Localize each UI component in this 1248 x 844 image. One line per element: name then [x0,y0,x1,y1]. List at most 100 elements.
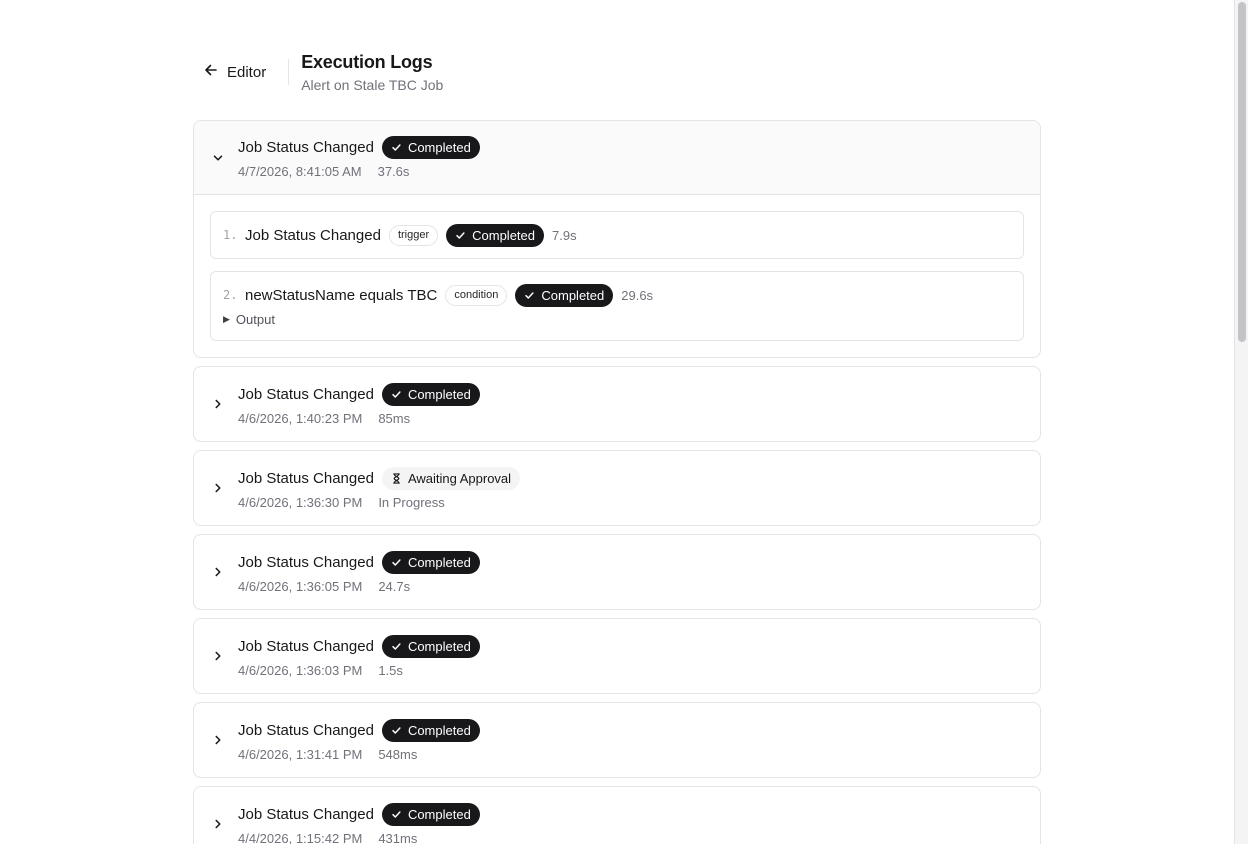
header-titles: Execution Logs Alert on Stale TBC Job [301,48,443,93]
execution-duration: In Progress [378,494,445,510]
status-badge: Completed [381,634,480,658]
execution-log-title-row: Job Status Changed Completed [238,550,480,574]
step-number: 2. [223,288,238,302]
status-badge: Completed [446,223,544,247]
execution-log-title: Job Status Changed [238,139,374,156]
execution-log-card: Job Status Changed Completed 4/6/2026, 1… [193,366,1041,442]
page-subtitle: Alert on Stale TBC Job [301,77,444,93]
check-icon [524,290,535,301]
execution-duration: 37.6s [377,164,410,179]
status-label: Completed [407,806,471,822]
arrow-left-icon [203,62,219,82]
scrollbar-thumb[interactable] [1238,2,1246,342]
execution-log-title-row: Job Status Changed Completed [238,802,480,826]
chevron-right-icon[interactable] [210,564,226,580]
status-label: Completed [407,386,471,402]
hourglass-icon [391,472,402,484]
status-badge: Completed [381,382,480,406]
execution-log-info: Job Status Changed Completed 4/4/2026, 1… [238,802,480,844]
step-type-tag: condition [445,284,508,306]
execution-log-meta: 4/6/2026, 1:31:41 PM 548ms [238,747,480,762]
status-badge: Awaiting Approval [381,466,521,490]
chevron-right-icon[interactable] [210,396,226,412]
execution-log-card: Job Status Changed Completed 4/4/2026, 1… [193,786,1041,844]
execution-log-info: Job Status Changed Completed 4/7/2026, 8… [238,136,480,179]
execution-log-title: Job Status Changed [238,805,374,823]
execution-step: 1. Job Status Changed trigger Completed … [210,211,1024,259]
back-to-editor-button[interactable]: Editor [193,48,278,96]
execution-timestamp: 4/6/2026, 1:36:30 PM [238,494,363,510]
check-icon [391,557,402,568]
execution-log-title-row: Job Status Changed Completed [238,136,480,159]
execution-log-info: Job Status Changed Completed 4/6/2026, 1… [238,550,480,594]
execution-log-title-row: Job Status Changed Completed [238,634,480,658]
page-title: Execution Logs [301,52,433,72]
triangle-right-icon: ▶ [223,314,230,324]
execution-log-list: Job Status Changed Completed 4/7/2026, 8… [193,120,1041,844]
header-divider [288,59,290,85]
status-label: Awaiting Approval [407,470,512,486]
execution-duration: 24.7s [378,578,411,594]
step-number: 1. [223,228,238,242]
status-label: Completed [541,287,605,303]
execution-log-header[interactable]: Job Status Changed Completed 4/6/2026, 1… [194,619,1040,693]
step-duration: 7.9s [552,227,577,243]
chevron-right-icon[interactable] [210,816,226,832]
execution-log-info: Job Status Changed Completed 4/6/2026, 1… [238,634,480,678]
execution-log-meta: 4/6/2026, 1:36:05 PM 24.7s [238,579,480,594]
chevron-down-icon[interactable] [210,150,226,166]
status-label: Completed [407,638,471,654]
execution-log-title: Job Status Changed [238,385,374,403]
status-label: Completed [407,554,471,570]
back-button-label: Editor [227,63,267,81]
status-badge: Completed [381,718,480,742]
status-badge: Completed [381,802,480,826]
execution-log-title-row: Job Status Changed Completed [238,382,480,406]
execution-duration: 431ms [378,830,418,844]
step-name: newStatusName equals TBC [245,286,438,304]
check-icon [391,725,402,736]
execution-duration: 85ms [378,410,411,426]
status-label: Completed [407,140,471,155]
page-scrollbar[interactable] [1234,0,1248,844]
execution-log-header[interactable]: Job Status Changed Completed 4/7/2026, 8… [194,121,1040,195]
execution-log-title: Job Status Changed [238,469,374,487]
execution-log-meta: 4/6/2026, 1:36:03 PM 1.5s [238,663,480,678]
execution-timestamp: 4/4/2026, 1:15:42 PM [238,830,363,844]
status-badge: Completed [515,283,614,307]
execution-log-header[interactable]: Job Status Changed Completed 4/4/2026, 1… [194,787,1040,844]
execution-log-title-row: Job Status Changed Awaiting Approval [238,466,521,490]
execution-log-title-row: Job Status Changed Completed [238,718,480,742]
execution-timestamp: 4/6/2026, 1:31:41 PM [238,746,363,762]
execution-timestamp: 4/6/2026, 1:40:23 PM [238,410,363,426]
check-icon [391,142,402,153]
step-output-toggle[interactable]: ▶ Output [223,312,1011,340]
execution-log-header[interactable]: Job Status Changed Awaiting Approval 4/6… [194,451,1040,525]
status-badge: Completed [381,136,480,159]
execution-log-card: Job Status Changed Completed 4/6/2026, 1… [193,702,1041,778]
chevron-right-icon[interactable] [210,732,226,748]
step-name: Job Status Changed [245,226,381,244]
execution-log-header[interactable]: Job Status Changed Completed 4/6/2026, 1… [194,703,1040,777]
execution-log-header[interactable]: Job Status Changed Completed 4/6/2026, 1… [194,535,1040,609]
check-icon [455,230,466,241]
chevron-right-icon[interactable] [210,480,226,496]
execution-log-info: Job Status Changed Awaiting Approval 4/6… [238,466,521,510]
execution-timestamp: 4/7/2026, 8:41:05 AM [238,164,362,179]
chevron-right-icon[interactable] [210,648,226,664]
execution-log-meta: 4/6/2026, 1:36:30 PM In Progress [238,495,520,510]
check-icon [391,809,402,820]
status-label: Completed [472,227,535,243]
execution-log-title: Job Status Changed [238,721,374,739]
execution-log-card: Job Status Changed Completed 4/6/2026, 1… [193,534,1041,610]
execution-duration: 548ms [378,746,418,762]
step-duration: 29.6s [621,287,654,303]
execution-log-header[interactable]: Job Status Changed Completed 4/6/2026, 1… [194,367,1040,441]
page-header: Editor Execution Logs Alert on Stale TBC… [193,48,443,98]
execution-log-info: Job Status Changed Completed 4/6/2026, 1… [238,718,480,762]
execution-steps: 1. Job Status Changed trigger Completed … [194,195,1040,357]
execution-log-card: Job Status Changed Awaiting Approval 4/6… [193,450,1041,526]
check-icon [391,641,402,652]
execution-log-info: Job Status Changed Completed 4/6/2026, 1… [238,382,480,426]
execution-log-meta: 4/6/2026, 1:40:23 PM 85ms [238,411,480,426]
